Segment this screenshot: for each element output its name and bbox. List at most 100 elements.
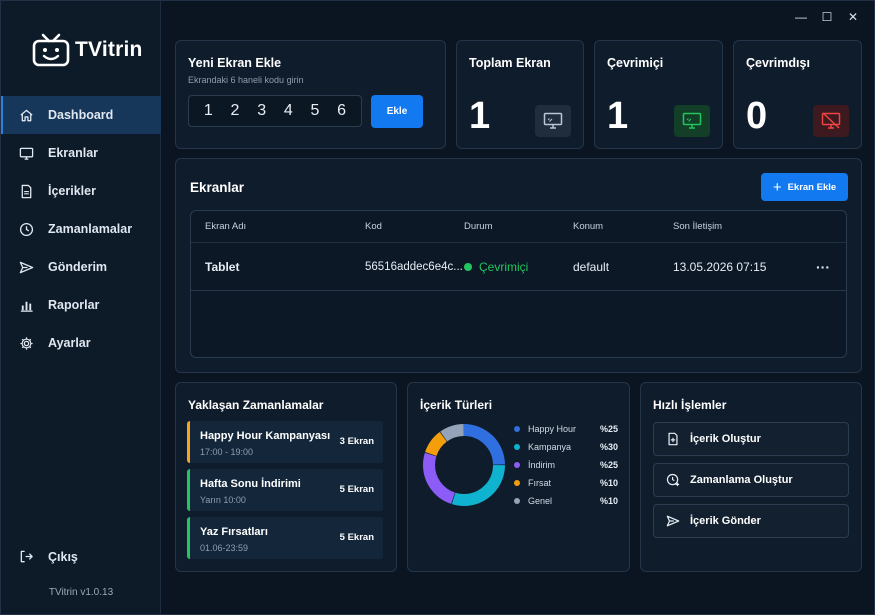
legend-dot (514, 426, 520, 432)
close-button[interactable]: ✕ (840, 7, 866, 27)
monitor-icon (19, 147, 34, 160)
stat-online-label: Çevrimiçi (607, 56, 664, 70)
cell-name: Tablet (205, 259, 240, 274)
add-clock-icon (666, 473, 680, 487)
stat-offline-label: Çevrimdışı (746, 56, 810, 70)
sidebar-item-label: Gönderim (48, 260, 108, 274)
plus-icon: + (772, 178, 782, 196)
col-last-contact: Son İletişim (673, 221, 723, 232)
sidebar-item-ayarlar[interactable]: Ayarlar (1, 324, 161, 362)
col-name: Ekran Adı (205, 221, 247, 232)
schedule-count: 3 Ekran (339, 436, 374, 447)
content-types-donut-chart (423, 424, 505, 506)
schedule-time: 01.06-23:59 (200, 543, 249, 553)
stat-online-icon-box (674, 105, 710, 137)
legend-item: İndirim %25 (514, 459, 618, 471)
col-code: Kod (365, 221, 382, 232)
send-icon (19, 261, 34, 273)
document-icon (21, 184, 32, 198)
table-row[interactable]: Tablet 56516addec6e4c... Çevrimiçi defau… (191, 243, 846, 291)
clock-icon (19, 222, 34, 236)
sidebar-item-label: Ayarlar (48, 336, 91, 350)
schedule-item[interactable]: Happy Hour Kampanyası 17:00 - 19:00 3 Ek… (187, 421, 383, 463)
legend-item: Kampanya %30 (514, 441, 618, 453)
window-controls: — ☐ ✕ (788, 7, 866, 27)
legend-item: Fırsat %10 (514, 477, 618, 489)
maximize-button[interactable]: ☐ (814, 7, 840, 27)
sidebar-item-gonderim[interactable]: Gönderim (1, 248, 161, 286)
stat-online-value: 1 (607, 95, 629, 137)
add-screen-card: Yeni Ekran Ekle Ekrandaki 6 haneli kodu … (175, 40, 446, 149)
cell-code: 56516addec6e4c... (365, 260, 463, 273)
code-digit: 2 (230, 102, 240, 119)
content-types-card: İçerik Türleri Happy Hour %25 Kampanya %… (407, 382, 630, 572)
add-screen-title: Yeni Ekran Ekle (188, 56, 282, 70)
stat-total-card: Toplam Ekran 1 (456, 40, 584, 149)
logout-button[interactable]: Çıkış (19, 549, 78, 564)
bar-chart-icon (20, 301, 33, 312)
table-header: Ekran Adı Kod Durum Konum Son İletişim (191, 211, 846, 243)
send-icon (666, 515, 680, 527)
screens-table: Ekran Adı Kod Durum Konum Son İletişim T… (190, 210, 847, 358)
create-schedule-button[interactable]: Zamanlama Oluştur (653, 463, 849, 497)
legend-value: %25 (599, 424, 618, 434)
sidebar-item-label: Zamanlamalar (48, 222, 133, 236)
legend-dot (514, 498, 520, 504)
stat-total-label: Toplam Ekran (469, 56, 551, 70)
sidebar-item-zamanlamalar[interactable]: Zamanlamalar (1, 210, 161, 248)
sidebar: TVitrin Dashboard Ekranlar İçerikler Zam… (1, 1, 161, 614)
sidebar-item-ekranlar[interactable]: Ekranlar (1, 134, 161, 172)
code-digit: 4 (283, 102, 293, 119)
send-content-label: İçerik Gönder (690, 515, 761, 527)
create-content-label: İçerik Oluştur (690, 433, 761, 445)
add-screen-subtitle: Ekrandaki 6 haneli kodu girin (188, 75, 304, 85)
legend-dot (514, 444, 520, 450)
home-icon (20, 109, 33, 121)
brand-name: TVitrin (75, 38, 143, 61)
schedule-time: 17:00 - 19:00 (200, 447, 254, 457)
sidebar-item-dashboard[interactable]: Dashboard (1, 96, 161, 134)
legend-item: Genel %10 (514, 495, 618, 507)
code-digit: 5 (310, 102, 320, 119)
quick-actions-title: Hızlı İşlemler (653, 398, 727, 412)
sidebar-item-label: İçerikler (48, 184, 96, 198)
create-content-button[interactable]: İçerik Oluştur (653, 422, 849, 456)
quick-actions-card: Hızlı İşlemler İçerik Oluştur Zamanlama … (640, 382, 862, 572)
schedule-item[interactable]: Hafta Sonu İndirimi Yarın 10:00 5 Ekran (187, 469, 383, 511)
screen-code-input[interactable]: 1 2 3 4 5 6 (188, 95, 362, 127)
app-window: TVitrin Dashboard Ekranlar İçerikler Zam… (0, 0, 875, 615)
sidebar-item-label: Raporlar (48, 298, 100, 312)
upcoming-title: Yaklaşan Zamanlamalar (188, 398, 324, 412)
schedule-title: Yaz Fırsatları (200, 526, 268, 538)
sidebar-item-raporlar[interactable]: Raporlar (1, 286, 161, 324)
legend-label: Kampanya (528, 442, 572, 452)
code-digit: 1 (203, 102, 213, 119)
cell-location: default (573, 259, 610, 274)
create-schedule-label: Zamanlama Oluştur (690, 474, 793, 486)
col-status: Durum (464, 221, 493, 232)
status-text: Çevrimiçi (479, 259, 529, 274)
legend-value: %10 (599, 496, 618, 506)
legend-label: Fırsat (528, 478, 552, 488)
app-version: TVitrin v1.0.13 (48, 587, 114, 598)
sidebar-nav: Dashboard Ekranlar İçerikler Zamanlamala… (1, 96, 161, 362)
row-menu-button[interactable]: ··· (803, 259, 843, 275)
add-screen-button[interactable]: + Ekran Ekle (761, 173, 848, 201)
gear-icon (20, 336, 33, 350)
schedule-title: Hafta Sonu İndirimi (200, 478, 301, 490)
logout-icon (20, 550, 33, 563)
sidebar-item-label: Dashboard (48, 108, 114, 122)
schedule-count: 5 Ekran (339, 484, 374, 495)
schedule-count: 5 Ekran (339, 532, 374, 543)
add-button[interactable]: Ekle (371, 95, 423, 128)
sidebar-item-icerikler[interactable]: İçerikler (1, 172, 161, 210)
logout-label: Çıkış (48, 549, 78, 564)
send-content-button[interactable]: İçerik Gönder (653, 504, 849, 538)
tv-logo-icon (32, 33, 70, 67)
code-digit: 3 (257, 102, 267, 119)
logo: TVitrin (31, 31, 143, 69)
cell-status: Çevrimiçi (464, 260, 573, 274)
minimize-button[interactable]: — (788, 7, 814, 27)
stat-offline-value: 0 (746, 95, 768, 137)
schedule-item[interactable]: Yaz Fırsatları 01.06-23:59 5 Ekran (187, 517, 383, 559)
